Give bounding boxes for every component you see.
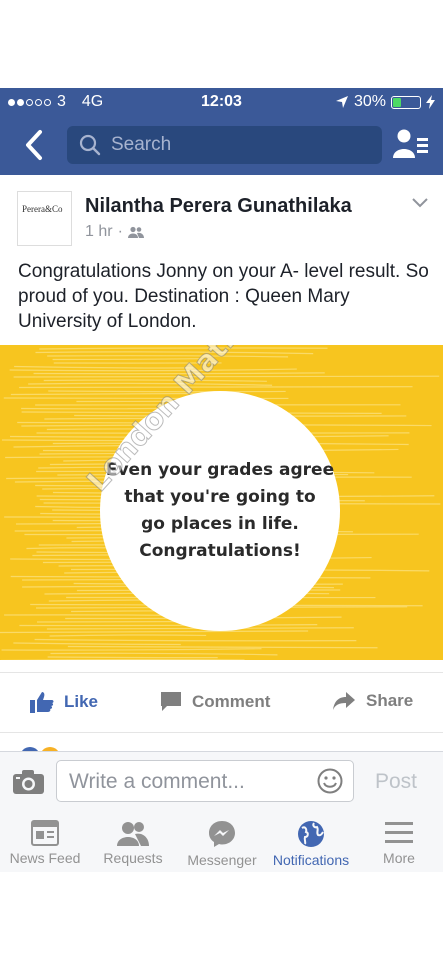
tab-label: Notifications <box>272 852 350 868</box>
camera-icon[interactable] <box>12 769 45 795</box>
tab-label: Requests <box>103 850 163 866</box>
post-author[interactable]: Nilantha Perera Gunathilaka <box>85 195 352 218</box>
search-row: Search <box>0 124 443 168</box>
post-message: Congratulations Jonny on your A- level r… <box>18 261 429 332</box>
friends-list-icon[interactable] <box>393 128 429 160</box>
post-actions: Like Comment Share <box>0 672 443 733</box>
status-bar: 3 4G 12:03 30% <box>0 88 443 118</box>
tab-label: More <box>383 850 415 866</box>
reactions-row-partial <box>0 732 443 757</box>
share-arrow-icon <box>333 692 355 710</box>
comment-bubble-icon <box>161 692 181 711</box>
comment-button[interactable]: Comment <box>160 691 270 713</box>
like-label: Like <box>64 692 99 711</box>
thumbs-up-icon <box>30 692 54 713</box>
post-header: Perera&Co Nilantha Perera Gunathilaka 1 … <box>0 175 443 250</box>
post-comment-button[interactable]: Post <box>375 770 417 794</box>
share-label: Share <box>366 691 414 710</box>
tab-bar: News Feed Requests Messenger Notificatio… <box>0 812 443 872</box>
post-time[interactable]: 1 hr <box>85 223 113 241</box>
quote-line: that you're going to <box>124 487 316 507</box>
search-input[interactable]: Search <box>67 126 382 164</box>
quote-line: Congratulations! <box>139 541 301 561</box>
post-meta: 1 hr · <box>85 223 144 241</box>
tab-notifications[interactable]: Notifications <box>266 820 356 868</box>
friend-requests-icon <box>117 822 149 846</box>
feed-post: Perera&Co Nilantha Perera Gunathilaka 1 … <box>0 175 443 757</box>
quote-line: go places in life. <box>141 514 299 534</box>
meta-separator: · <box>117 223 123 240</box>
top-blank-area <box>0 0 443 88</box>
avatar[interactable]: Perera&Co <box>17 191 72 246</box>
image-quote: Even your grades agree that you're going… <box>100 457 340 565</box>
tab-messenger[interactable]: Messenger <box>182 820 262 868</box>
audience-friends-icon <box>127 226 144 238</box>
bottom-blank-area <box>0 872 443 960</box>
tab-requests[interactable]: Requests <box>96 820 170 866</box>
charging-bolt-icon <box>426 95 435 109</box>
search-placeholder: Search <box>111 134 172 155</box>
news-feed-icon <box>31 820 59 846</box>
globe-icon <box>298 821 324 847</box>
navigation-bar: 3 4G 12:03 30% Search <box>0 88 443 175</box>
tab-label: Messenger <box>187 852 257 868</box>
share-button[interactable]: Share <box>332 691 413 711</box>
location-arrow-icon <box>335 96 348 108</box>
chevron-down-icon[interactable] <box>411 197 429 209</box>
tab-news-feed[interactable]: News Feed <box>6 820 84 866</box>
comment-input[interactable]: Write a comment... <box>56 760 354 802</box>
battery-icon <box>391 95 421 109</box>
search-icon <box>79 134 101 156</box>
comment-bar: Write a comment... Post <box>0 751 443 813</box>
messenger-icon <box>209 821 235 847</box>
battery-group: 30% <box>335 93 435 111</box>
menu-icon <box>385 822 413 843</box>
like-button[interactable]: Like <box>30 691 98 713</box>
comment-label: Comment <box>192 692 271 711</box>
avatar-logo: Perera&Co <box>22 204 63 214</box>
emoji-smiley-icon[interactable] <box>317 768 343 794</box>
comment-placeholder: Write a comment... <box>69 770 245 793</box>
battery-percent: 30% <box>353 93 386 110</box>
tab-label: News Feed <box>9 850 81 866</box>
tab-more[interactable]: More <box>372 820 426 866</box>
avatar-tagline-graphic <box>22 217 68 221</box>
post-image[interactable]: Even your grades agree that you're going… <box>0 345 443 660</box>
back-arrow-icon[interactable] <box>20 128 50 162</box>
